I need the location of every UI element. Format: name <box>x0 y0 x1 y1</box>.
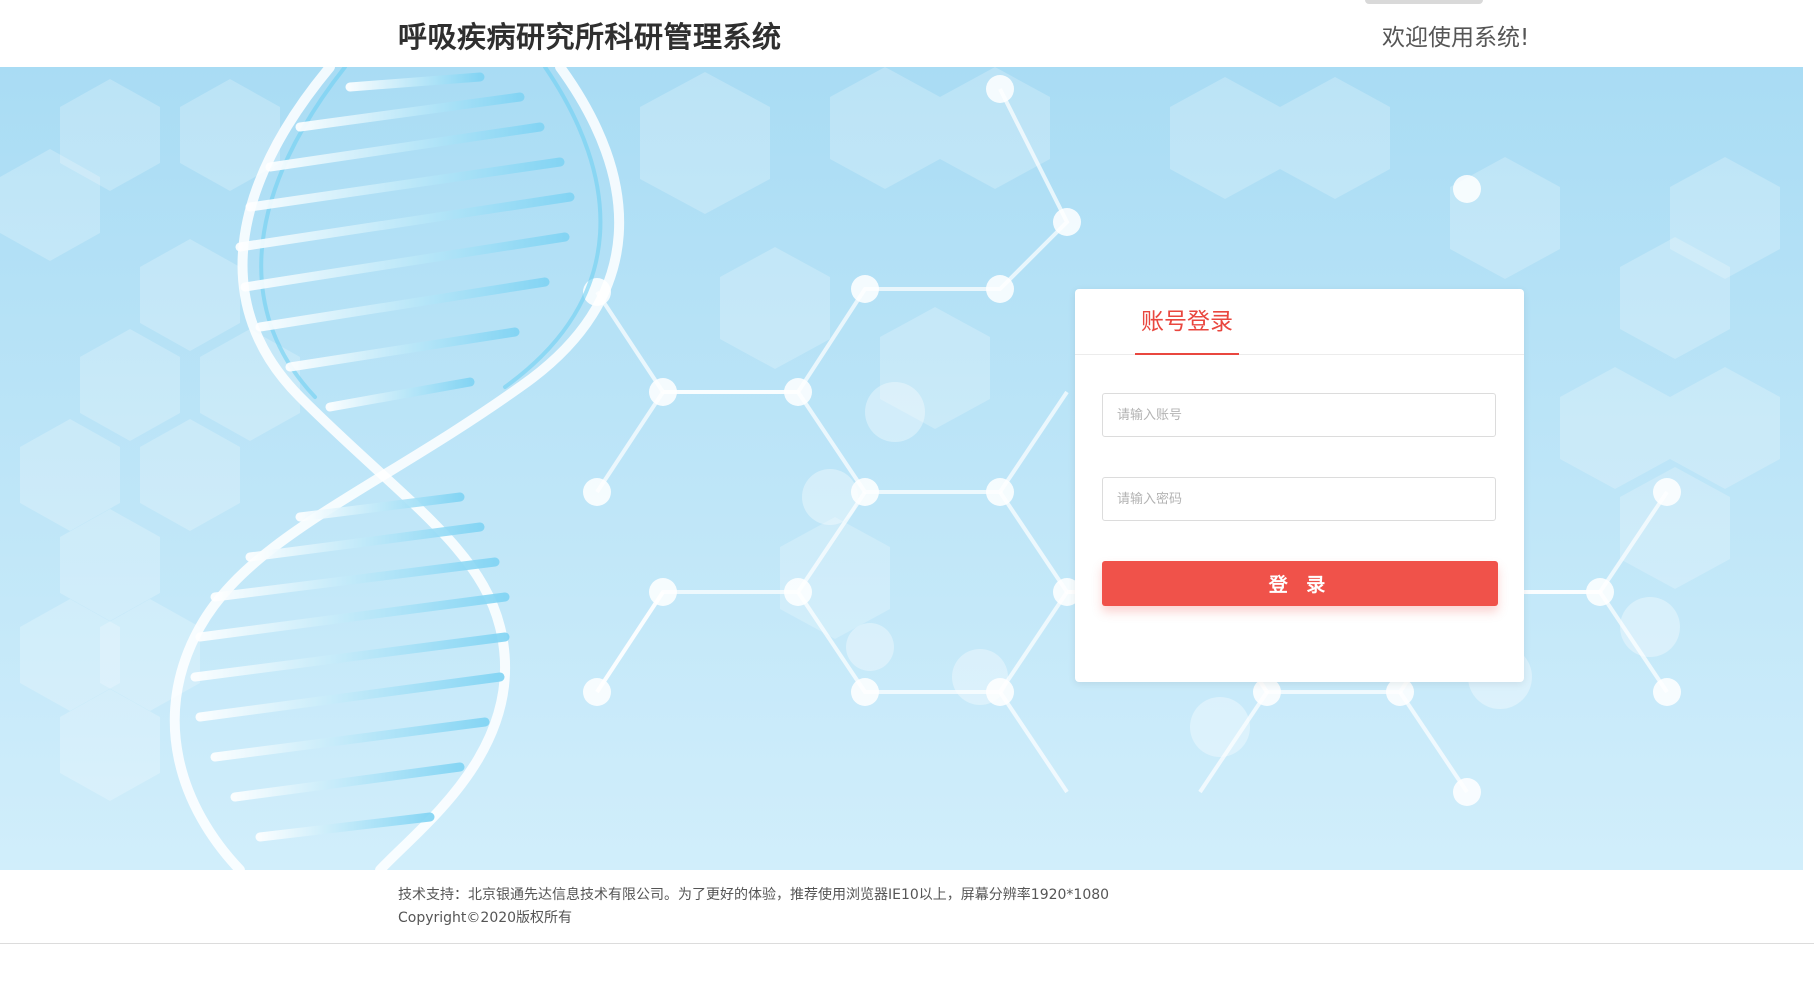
welcome-tab-decoration <box>1365 0 1483 4</box>
footer-copyright: Copyright©2020版权所有 <box>398 910 573 926</box>
tab-account-login[interactable]: 账号登录 <box>1135 304 1239 355</box>
footer: 技术支持：北京银通先达信息技术有限公司。为了更好的体验，推荐使用浏览器IE10以… <box>0 870 1814 944</box>
hero-banner: 账号登录 登 录 <box>0 67 1803 870</box>
site-title: 呼吸疾病研究所科研管理系统 <box>398 20 782 54</box>
login-button[interactable]: 登 录 <box>1102 561 1498 606</box>
dna-helix-molecule-graphic <box>0 67 1780 870</box>
welcome-text: 欢迎使用系统! <box>1382 25 1530 51</box>
password-input[interactable] <box>1102 477 1496 521</box>
header-bar: 呼吸疾病研究所科研管理系统 欢迎使用系统! <box>0 0 1814 67</box>
login-card: 账号登录 登 录 <box>1075 289 1524 682</box>
login-tab-row: 账号登录 <box>1075 289 1524 355</box>
account-input[interactable] <box>1102 393 1496 437</box>
footer-support-text: 技术支持：北京银通先达信息技术有限公司。为了更好的体验，推荐使用浏览器IE10以… <box>398 887 1110 903</box>
